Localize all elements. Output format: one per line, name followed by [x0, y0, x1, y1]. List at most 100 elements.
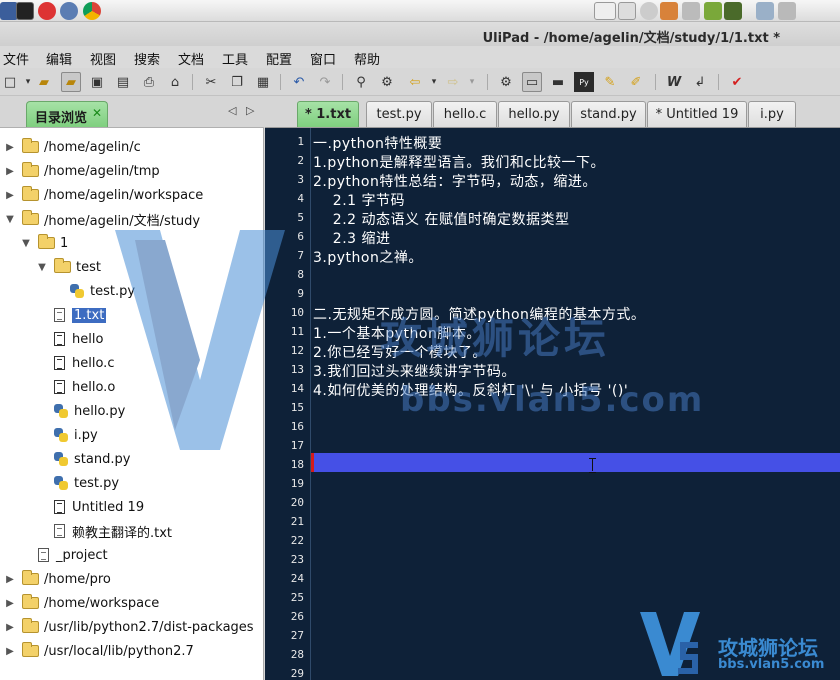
tree-item[interactable]: 赖教主翻译的.txt — [36, 520, 172, 542]
print-preview-icon[interactable]: ⌂ — [165, 72, 185, 92]
tree-item-label: /home/pro — [44, 571, 111, 587]
tab-scroll-left-icon[interactable]: ◁ — [228, 104, 236, 117]
tree-item[interactable]: _project — [20, 544, 108, 566]
tree-item[interactable]: 1.txt — [36, 304, 107, 326]
tree-item[interactable]: test.py — [36, 472, 119, 494]
paste-icon[interactable]: ▦ — [253, 72, 273, 92]
tree-item[interactable]: hello.py — [36, 400, 125, 422]
tree-item[interactable]: ▶ /usr/local/lib/python2.7 — [4, 640, 194, 662]
redo-icon[interactable]: ↷ — [315, 72, 335, 92]
expanded-arrow-icon[interactable]: ▼ — [4, 214, 16, 225]
search-tray-icon[interactable] — [640, 2, 658, 20]
menu-config[interactable]: 配置 — [266, 49, 292, 68]
expanded-arrow-icon[interactable]: ▼ — [20, 238, 32, 249]
menu-edit[interactable]: 编辑 — [46, 49, 72, 68]
close-tab-icon[interactable]: ✕ — [92, 106, 102, 120]
network-icon[interactable] — [60, 2, 78, 20]
tree-item-label: /usr/lib/python2.7/dist-packages — [44, 619, 254, 635]
print-icon[interactable]: ⎙ — [139, 72, 159, 92]
undo-icon[interactable]: ↶ — [289, 72, 309, 92]
tab-stand-py[interactable]: stand.py — [571, 101, 646, 127]
tree-item[interactable]: ▶ /home/agelin/workspace — [4, 184, 203, 206]
open-folder-icon[interactable]: ▰ — [34, 72, 54, 92]
trash-icon[interactable] — [778, 2, 796, 20]
watermark-small-url: bbs.vlan5.com — [718, 657, 825, 672]
tree-item[interactable]: hello — [36, 328, 103, 350]
collapsed-arrow-icon[interactable]: ▶ — [4, 166, 16, 177]
collapsed-arrow-icon[interactable]: ▶ — [4, 598, 16, 609]
tree-item[interactable]: ▶ /home/agelin/c — [4, 136, 141, 158]
line-ending-icon[interactable]: ↲ — [690, 72, 710, 92]
tab-1-txt[interactable]: * 1.txt — [297, 101, 359, 127]
tree-item[interactable]: ▶ /home/agelin/tmp — [4, 160, 160, 182]
back-dropdown-icon[interactable]: ▾ — [424, 72, 444, 92]
menu-document[interactable]: 文档 — [178, 49, 204, 68]
tree-item[interactable]: i.py — [36, 424, 98, 446]
python-file-icon — [54, 452, 68, 466]
spell-check-icon[interactable]: ✔ — [727, 72, 747, 92]
back-icon[interactable]: ⇦ — [405, 72, 425, 92]
collapsed-arrow-icon[interactable]: ▶ — [4, 646, 16, 657]
home-folder-icon[interactable] — [756, 2, 774, 20]
tab-scroll-right-icon[interactable]: ▷ — [246, 104, 254, 117]
document-tray-icon[interactable] — [682, 2, 700, 20]
collapsed-arrow-icon[interactable]: ▶ — [4, 142, 16, 153]
tab-untitled-19[interactable]: * Untitled 19 — [647, 101, 747, 127]
snippet-icon[interactable]: ✐ — [626, 72, 646, 92]
file-icon — [54, 332, 65, 346]
save-icon[interactable]: ▣ — [87, 72, 107, 92]
snail-icon[interactable] — [724, 2, 742, 20]
tree-item[interactable]: ▼ 1 — [20, 232, 68, 254]
cut-icon[interactable]: ✂ — [201, 72, 221, 92]
expanded-arrow-icon[interactable]: ▼ — [36, 262, 48, 273]
tree-item[interactable]: stand.py — [36, 448, 130, 470]
input-method-icon[interactable] — [618, 2, 636, 20]
tree-item[interactable]: ▼ test — [36, 256, 101, 278]
tree-item-label: /home/agelin/workspace — [44, 187, 204, 203]
tree-item[interactable]: hello.o — [36, 376, 115, 398]
music-icon[interactable] — [704, 2, 722, 20]
collapsed-arrow-icon[interactable]: ▶ — [4, 190, 16, 201]
save-all-icon[interactable]: ▤ — [113, 72, 133, 92]
tab-hello-c[interactable]: hello.c — [433, 101, 497, 127]
package-icon[interactable] — [660, 2, 678, 20]
tree-item[interactable]: hello.c — [36, 352, 114, 374]
tree-item[interactable]: ▶ /home/workspace — [4, 592, 159, 614]
collapsed-arrow-icon[interactable]: ▶ — [4, 574, 16, 585]
layout-split-icon[interactable]: ▬ — [548, 72, 568, 92]
collapsed-arrow-icon[interactable]: ▶ — [4, 622, 16, 633]
tab-hello-py[interactable]: hello.py — [498, 101, 570, 127]
menu-view[interactable]: 视图 — [90, 49, 116, 68]
tab-i-py[interactable]: i.py — [748, 101, 796, 127]
tree-item[interactable]: ▶ /home/pro — [4, 568, 111, 590]
tree-item[interactable]: ▼ /home/agelin/文档/study — [4, 208, 200, 230]
forward-icon[interactable]: ⇨ — [443, 72, 463, 92]
word-wrap-icon[interactable]: W — [664, 72, 684, 92]
chrome-icon[interactable] — [83, 2, 101, 20]
run-icon[interactable]: ✎ — [600, 72, 620, 92]
python-shell-icon[interactable]: Py — [574, 72, 594, 92]
menu-file[interactable]: 文件 — [3, 49, 29, 68]
tree-item[interactable]: Untitled 19 — [36, 496, 144, 518]
menu-search[interactable]: 搜索 — [134, 49, 160, 68]
tab-test-py[interactable]: test.py — [366, 101, 432, 127]
folder-icon — [22, 210, 39, 225]
find-icon[interactable]: ⚲ — [351, 72, 371, 92]
terminal-icon[interactable] — [16, 2, 34, 20]
tree-item[interactable]: ▶ /usr/lib/python2.7/dist-packages — [4, 616, 254, 638]
tree-item-label: 1.txt — [72, 307, 107, 323]
find-replace-icon[interactable]: ⚙ — [377, 72, 397, 92]
menu-window[interactable]: 窗口 — [310, 49, 336, 68]
menu-help[interactable]: 帮助 — [354, 49, 380, 68]
tomato-icon[interactable] — [38, 2, 56, 20]
menu-tools[interactable]: 工具 — [222, 49, 248, 68]
keyboard-icon[interactable] — [594, 2, 616, 20]
code-line: 2.3 缩进 — [313, 231, 391, 247]
forward-dropdown-icon[interactable]: ▾ — [462, 72, 482, 92]
directory-browser-icon[interactable]: ▰ — [61, 72, 81, 92]
copy-icon[interactable]: ❐ — [227, 72, 247, 92]
preferences-icon[interactable]: ⚙ — [496, 72, 516, 92]
tab-directory-browser[interactable]: 目录浏览 ✕ — [26, 101, 108, 127]
layout-single-icon[interactable]: ▭ — [522, 72, 542, 92]
new-file-icon[interactable]: □ — [0, 72, 20, 92]
